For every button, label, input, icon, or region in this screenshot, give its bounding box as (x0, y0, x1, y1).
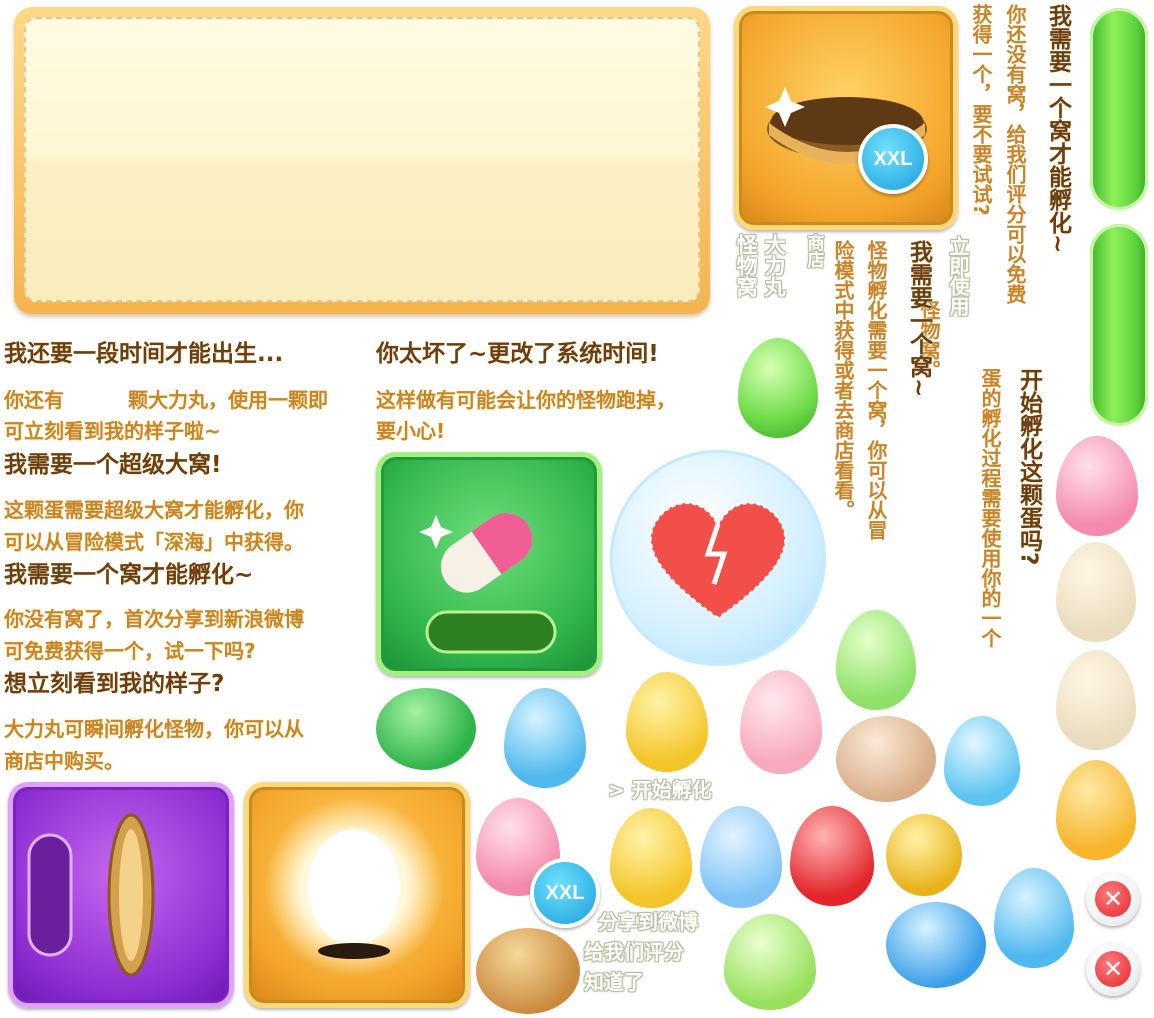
xxl-badge: XXL (858, 124, 928, 194)
bandaged-egg (1056, 650, 1136, 750)
purple-drip-egg (700, 806, 782, 908)
yellow-orb-egg (886, 814, 962, 896)
glowing-egg-tile[interactable] (244, 782, 470, 1008)
close-icon: ✕ (1102, 885, 1124, 913)
no-nest-share-1: 你没有窝了，首次分享到新浪微博 (4, 607, 304, 631)
horned-egg (1056, 542, 1136, 642)
bow-egg (836, 716, 936, 802)
v-no-nest-2: 获得一个，要不要试试? (969, 4, 993, 216)
pink-lace-egg (740, 670, 822, 774)
v-hatch-need-1: 怪物孵化需要一个窝，你可以从冒 (864, 240, 888, 540)
pill-desc-2: 商店中购买。 (4, 749, 124, 773)
xxl-badge-2: XXL (530, 858, 600, 928)
blue-pink-egg (994, 868, 1074, 968)
no-nest-share-2: 可免费获得一个，试一下吗? (4, 639, 256, 663)
run-away-2: 要小心! (376, 419, 446, 443)
run-away-1: 这样做有可能会让你的怪物跑掉， (376, 388, 676, 412)
want-see-text: 想立刻看到我的样子? (4, 671, 225, 697)
super-nest-desc-2: 可以从冒险模式「深海」中获得。 (4, 530, 304, 554)
close-button-1[interactable]: ✕ (1086, 872, 1140, 926)
winged-yellow-egg (626, 672, 708, 772)
need-nest-hatch-text: 我需要一个窝才能孵化~ (4, 562, 254, 588)
start-hatch-label[interactable]: > 开始孵化 (608, 778, 712, 803)
nest-basket-tile[interactable] (734, 6, 958, 230)
shop-label: 商店 (803, 234, 824, 268)
super-nest-desc-1: 这颗蛋需要超级大窝才能孵化，你 (4, 498, 304, 522)
green-bar-button-2[interactable] (1090, 224, 1148, 426)
pills-left-text-c: 可立刻看到我的样子啦~ (4, 419, 221, 443)
too-bad-text: 你太坏了~更改了系统时间! (376, 341, 659, 367)
mustache-egg (724, 914, 816, 1010)
share-weibo-label[interactable]: 分享到微博 (598, 910, 698, 935)
green-egg (738, 338, 818, 438)
glowing-egg-icon (264, 797, 444, 977)
nest-basket-icon (765, 87, 927, 164)
pill-desc-1: 大力丸可瞬间孵化怪物，你可以从 (4, 717, 304, 741)
v-start-question: 开始孵化这颗蛋吗? (1015, 368, 1042, 566)
v-process-text: 蛋的孵化过程需要使用你的一个 (978, 368, 1002, 648)
leopard-egg (476, 928, 580, 1014)
v-hatch-need-2: 险模式中获得或者去商店看看。 (831, 240, 855, 520)
v-need-nest-title: 我需要一个窝才能孵化~ (1044, 4, 1071, 254)
blue-dotted-egg (944, 716, 1020, 806)
headband-egg (610, 808, 692, 908)
pink-mask-egg (1056, 436, 1138, 536)
pills-left-text-a: 你还有 (4, 388, 64, 412)
v-need-one: 我需要一个窝~ (905, 240, 932, 398)
pill-icon (419, 513, 557, 654)
need-super-nest-text: 我需要一个超级大窝! (4, 452, 222, 478)
pills-left-text-b: 颗大力丸，使用一颗即 (128, 388, 328, 412)
close-icon: ✕ (1102, 955, 1124, 983)
pill-tile[interactable] (376, 452, 602, 676)
red-collar-egg (790, 806, 874, 906)
golden-nest-icon (27, 813, 155, 977)
rate-us-label[interactable]: 给我们评分 (584, 940, 684, 965)
winged-blue-egg (504, 688, 586, 788)
monster-nest-label: 怪物窝 (734, 234, 759, 297)
broken-heart-icon (649, 502, 787, 620)
v-no-nest-1: 你还没有窝，给我们评分可以免费 (1003, 4, 1027, 304)
got-it-label[interactable]: 知道了 (584, 970, 644, 995)
orange-egg (1056, 760, 1136, 860)
spiky-green-egg (376, 688, 476, 770)
green-bar-button-1[interactable] (1090, 8, 1148, 210)
dialog-panel (14, 7, 710, 314)
close-button-2[interactable]: ✕ (1086, 942, 1140, 996)
need-time-text: 我还要一段时间才能出生... (4, 341, 284, 367)
golden-nest-tile[interactable] (8, 782, 234, 1008)
pill-name-label: 大力丸 (762, 234, 787, 297)
broken-heart-bubble (610, 450, 826, 666)
v-use-now: 立即使用 (946, 236, 970, 316)
eye-egg (886, 902, 986, 988)
flower-egg (836, 610, 916, 710)
